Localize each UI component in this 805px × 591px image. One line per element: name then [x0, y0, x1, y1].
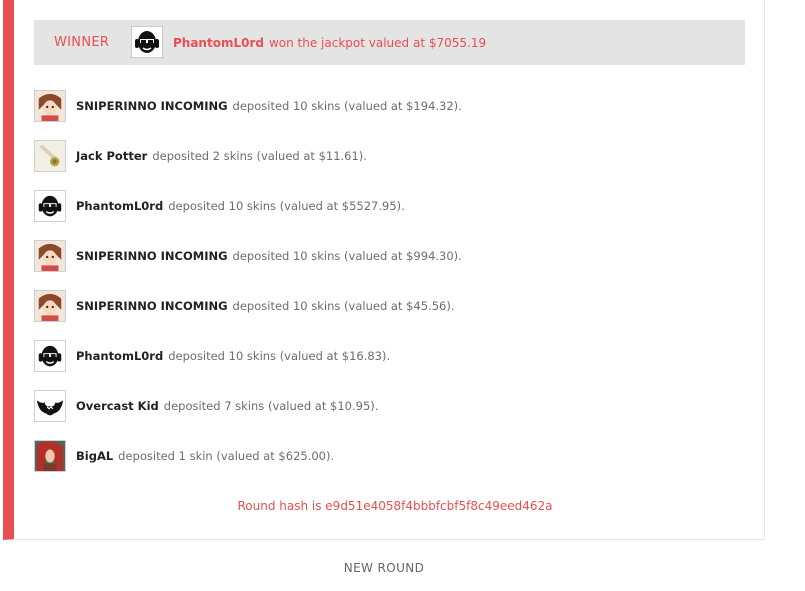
depositor-name[interactable]: PhantomL0rd	[76, 349, 163, 363]
depositor-name[interactable]: Overcast Kid	[76, 399, 159, 413]
deposit-message: deposited 10 skins (valued at $994.30).	[232, 249, 462, 263]
winner-message: won the jackpot valued at $7055.19	[268, 35, 487, 50]
deposit-row: PhantomL0rd deposited 10 skins (valued a…	[34, 190, 405, 222]
deposit-message: deposited 10 skins (valued at $194.32).	[232, 99, 462, 113]
anime-girl-avatar-icon[interactable]	[34, 240, 66, 272]
deposit-row: Jack Potter deposited 2 skins (valued at…	[34, 140, 367, 172]
deposit-row: SNIPERINNO INCOMING deposited 10 skins (…	[34, 90, 462, 122]
deposit-row: PhantomL0rd deposited 10 skins (valued a…	[34, 340, 390, 372]
depositor-name[interactable]: SNIPERINNO INCOMING	[76, 99, 228, 113]
depositor-name[interactable]: SNIPERINNO INCOMING	[76, 249, 228, 263]
depositor-name[interactable]: BigAL	[76, 449, 113, 463]
winner-label: WINNER	[54, 35, 110, 50]
deposit-message: deposited 1 skin (valued at $625.00).	[118, 449, 335, 463]
deposit-message: deposited 10 skins (valued at $5527.95).	[168, 199, 405, 213]
knife-avatar-icon[interactable]	[34, 140, 66, 172]
winner-name[interactable]: PhantomL0rd	[173, 36, 264, 50]
depositor-name[interactable]: SNIPERINNO INCOMING	[76, 299, 228, 313]
winner-text: PhantomL0rd won the jackpot valued at $70…	[173, 36, 486, 50]
deposit-row: SNIPERINNO INCOMING deposited 10 skins (…	[34, 240, 462, 272]
headphones-face-avatar-icon[interactable]	[34, 190, 66, 222]
depositor-name[interactable]: Jack Potter	[76, 149, 147, 163]
deposit-message: deposited 7 skins (valued at $10.95).	[163, 399, 379, 413]
headphones-face-avatar-icon[interactable]	[34, 340, 66, 372]
anime-girl-avatar-icon[interactable]	[34, 290, 66, 322]
round-hash: Round hash is e9d51e4058f4bbbfcbf5f8c49e…	[237, 499, 553, 513]
winner-bar: WINNER PhantomL0rd won the jackpot valued…	[34, 20, 745, 65]
bat-wings-avatar-icon[interactable]	[34, 390, 66, 422]
new-round-button[interactable]: NEW ROUND	[3, 561, 765, 575]
anime-girl-avatar-icon[interactable]	[34, 90, 66, 122]
deposit-row: BigAL deposited 1 skin (valued at $625.0…	[34, 440, 334, 472]
round-panel: WINNER PhantomL0rd won the jackpot valued…	[3, 0, 765, 540]
winner-avatar-headphones-face-icon[interactable]	[131, 26, 163, 58]
deposit-row: SNIPERINNO INCOMING deposited 10 skins (…	[34, 290, 455, 322]
depositor-name[interactable]: PhantomL0rd	[76, 199, 163, 213]
deposit-message: deposited 10 skins (valued at $45.56).	[232, 299, 455, 313]
red-hair-warrior-avatar-icon[interactable]	[34, 440, 66, 472]
deposit-row: Overcast Kid deposited 7 skins (valued a…	[34, 390, 378, 422]
deposit-message: deposited 2 skins (valued at $11.61).	[152, 149, 367, 163]
deposit-message: deposited 10 skins (valued at $16.83).	[168, 349, 391, 363]
